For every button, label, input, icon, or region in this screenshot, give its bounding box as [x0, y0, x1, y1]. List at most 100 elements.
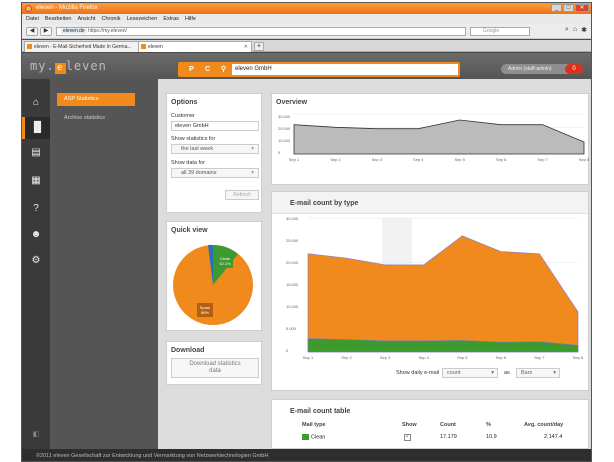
menu-hilfe[interactable]: Hilfe [185, 14, 196, 24]
x-tick-label: Sep 1 [289, 157, 300, 162]
close-icon[interactable]: ✕ [575, 4, 589, 12]
download-statistics-button[interactable]: Download statistics data [171, 358, 259, 378]
row-type: Clean [302, 434, 325, 440]
pie-clean-pct: 10.1% [219, 261, 231, 266]
logo-mark: e [54, 63, 66, 74]
search-mode-p-button[interactable]: P [186, 64, 197, 75]
refresh-button[interactable]: Refresh [225, 190, 259, 200]
col-pct: % [486, 422, 491, 428]
count-select[interactable]: count ▾ [442, 368, 498, 378]
customer-field[interactable]: eleven GmbH [171, 121, 259, 131]
firefox-icon [25, 5, 32, 12]
ec-ytick: 30.000 [286, 216, 299, 221]
col-show: Show [402, 422, 417, 428]
quickview-title: Quick view [171, 227, 208, 234]
bars-select[interactable]: Bars ▾ [516, 368, 560, 378]
x-tick-label: Sep 7 [534, 355, 545, 360]
web-search-input[interactable]: Google [470, 27, 530, 36]
url-bar[interactable]: eleven.de https://my.eleven/ [56, 27, 466, 36]
show-daily-label: Show daily e-mail [396, 370, 440, 376]
x-tick-label: Sep 7 [537, 157, 548, 162]
ec-ytick: 10.000 [286, 304, 299, 309]
tab-label: eleven [148, 44, 163, 50]
domain-value: all 39 domains [181, 170, 217, 176]
main-content: Options Customer eleven GmbH Show statis… [158, 79, 591, 449]
x-tick-label: Sep 4 [413, 157, 424, 162]
help-icon[interactable]: ? [30, 203, 42, 215]
customer-label: Customer [171, 113, 195, 119]
tab-close-icon[interactable]: ✕ [244, 42, 248, 52]
domain-select[interactable]: all 39 domains ▾ [171, 168, 259, 178]
menu-ansicht[interactable]: Ansicht [77, 14, 95, 24]
chevron-down-icon: ▾ [491, 370, 494, 376]
statistics-icon[interactable]: ▐▌ [22, 117, 50, 139]
col-count: Count [440, 422, 456, 428]
app-logo: my. e leven [30, 59, 107, 74]
search-mode-c-button[interactable]: C [202, 64, 213, 75]
x-tick-label: Sep 5 [454, 157, 465, 162]
search-icon[interactable]: ⌕ [565, 26, 569, 34]
addon-icon[interactable]: ✱ [581, 26, 587, 34]
forward-button[interactable]: ▶ [40, 27, 52, 36]
menu-datei[interactable]: Datei [26, 14, 39, 24]
menu-bearbeiten[interactable]: Bearbeiten [45, 14, 72, 24]
overview-ytick: 10.000 [278, 138, 291, 143]
home-icon[interactable]: ⌂ [30, 97, 42, 109]
settings-icon[interactable]: ⚙ [30, 255, 42, 267]
menu-extras[interactable]: Extras [163, 14, 179, 24]
collapse-icon[interactable]: ◧ [30, 429, 42, 441]
emailcount-title: E-mail count by type [290, 200, 359, 207]
nav-icons: ⌕ ⌂ ✱ [565, 26, 587, 34]
period-select[interactable]: the last week ▾ [171, 144, 259, 154]
menu-chronik[interactable]: Chronik [102, 14, 121, 24]
quickview-pie: Clean 10.1% Spam 86% [173, 244, 253, 325]
x-tick-label: Sep 8 [579, 157, 590, 162]
x-tick-label: Sep 3 [380, 355, 391, 360]
home-icon[interactable]: ⌂ [573, 26, 577, 34]
table-title: E-mail count table [290, 408, 351, 415]
user-name: Admin (staff-admin) [508, 66, 552, 72]
tab-bar: eleven - E-Mail-Sicherheit Made In Germa… [22, 40, 591, 52]
chevron-down-icon: ▾ [251, 146, 254, 152]
back-button[interactable]: ◀ [26, 27, 38, 36]
customer-search-input[interactable]: eleven GmbH [232, 64, 458, 75]
browser-window: eleven - Mozilla Firefox _ □ ✕ Datei Bea… [21, 2, 592, 462]
area-series [307, 235, 579, 353]
document-icon[interactable]: ▤ [30, 147, 42, 159]
edit-document-icon[interactable]: ▦ [30, 175, 42, 187]
user-badge: 0 [565, 64, 583, 74]
maximize-icon[interactable]: □ [563, 4, 574, 12]
users-icon[interactable]: ☻ [30, 229, 42, 241]
subnav-archive-statistics[interactable]: Archive statistics [57, 112, 135, 125]
col-avg: Avg. count/day [524, 422, 564, 428]
options-title: Options [171, 99, 198, 106]
x-tick-label: Sep 2 [330, 157, 341, 162]
row-pct: 10.9 [486, 434, 497, 440]
tab-eleven-website[interactable]: eleven - E-Mail-Sicherheit Made In Germa… [24, 41, 154, 52]
tab-eleven[interactable]: eleven ✕ [138, 41, 252, 52]
x-tick-label: Sep 1 [303, 355, 314, 360]
tab-favicon-icon [141, 44, 146, 49]
x-tick-label: Sep 6 [496, 157, 507, 162]
new-tab-button[interactable]: + [254, 42, 264, 51]
footer-status: ©2011 eleven Gesellschaft zur Entwicklun… [22, 449, 591, 461]
show-data-label: Show data for [171, 160, 205, 166]
ec-ytick: 25.000 [286, 238, 299, 243]
show-checkbox[interactable]: ✓ [404, 434, 411, 441]
overview-chart: 30.000 20.000 10.000 0 Sep 1 Sep 2 Sep 3 Se… [278, 113, 590, 162]
menu-lesezeichen[interactable]: Lesezeichen [126, 14, 157, 24]
ec-ytick: 15.000 [286, 282, 299, 287]
minimize-icon[interactable]: _ [551, 4, 562, 12]
logo-text-post: leven [65, 59, 107, 73]
options-panel: Options Customer eleven GmbH Show statis… [166, 93, 262, 213]
user-menu[interactable]: Admin (staff-admin) 0 [501, 64, 583, 74]
x-tick-label: Sep 6 [496, 355, 507, 360]
tab-favicon-icon [27, 44, 32, 49]
ec-ytick: 0 [286, 348, 289, 353]
subnav-asp-statistics[interactable]: ASP Statistics [57, 93, 135, 106]
download-panel: Download Download statistics data [166, 341, 262, 385]
col-mail-type: Mail type [302, 422, 326, 428]
row-count: 17.179 [440, 434, 457, 440]
show-stats-label: Show statistics for [171, 136, 216, 142]
magnifier-icon[interactable]: ⚲ [218, 64, 229, 75]
